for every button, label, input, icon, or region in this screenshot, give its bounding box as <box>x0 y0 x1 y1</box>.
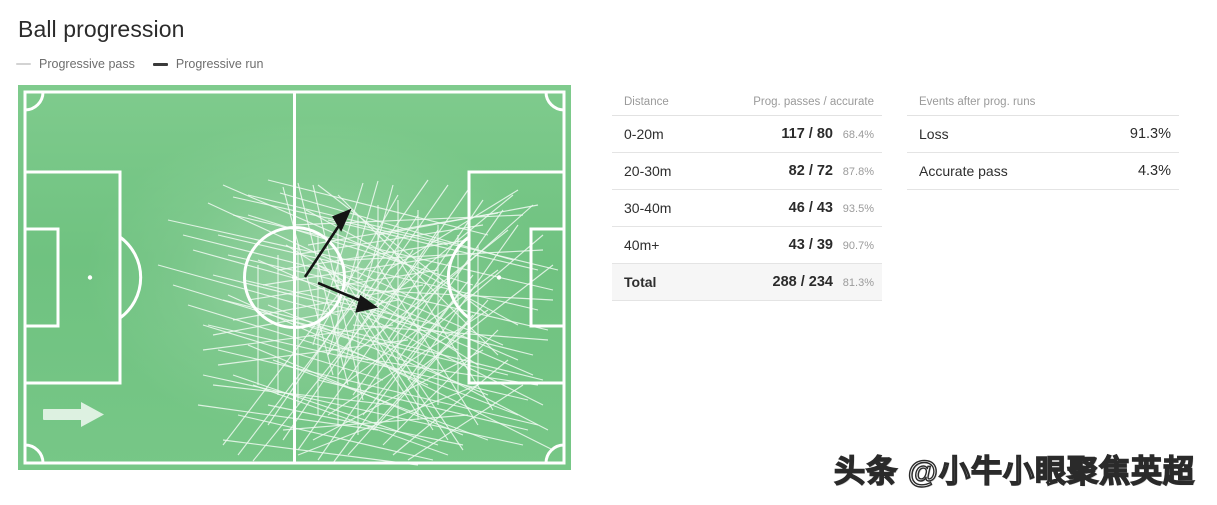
table-row[interactable]: 40m+ 43 / 39 90.7% <box>612 227 882 264</box>
row-value: 46 / 43 <box>788 200 833 216</box>
row-label: Accurate pass <box>919 163 1008 179</box>
distance-table-header: Distance Prog. passes / accurate <box>612 96 882 116</box>
distance-table: Distance Prog. passes / accurate 0-20m 1… <box>612 96 882 301</box>
row-percent: 68.4% <box>842 129 874 141</box>
page-title: Ball progression <box>18 16 185 42</box>
table-row[interactable]: Accurate pass 4.3% <box>907 153 1179 190</box>
row-percent: 87.8% <box>842 166 874 178</box>
row-values: 4.3% <box>1138 163 1171 179</box>
table-row[interactable]: 20-30m 82 / 72 87.8% <box>612 153 882 190</box>
row-label: Total <box>624 274 657 290</box>
row-value: 288 / 234 <box>772 274 833 290</box>
row-percent: 81.3% <box>842 277 874 289</box>
table-row-total[interactable]: Total 288 / 234 81.3% <box>612 264 882 301</box>
row-label: 30-40m <box>624 200 672 216</box>
pitch-svg <box>18 85 571 470</box>
row-values: 117 / 80 68.4% <box>781 126 874 142</box>
row-label: 0-20m <box>624 126 664 142</box>
legend-label: Progressive pass <box>39 57 135 71</box>
column-header-prog-passes: Prog. passes / accurate <box>753 96 874 108</box>
row-values: 91.3% <box>1130 126 1171 142</box>
row-label: 40m+ <box>624 237 660 253</box>
row-percent: 90.7% <box>842 240 874 252</box>
row-values: 46 / 43 93.5% <box>789 200 874 216</box>
events-table-header: Events after prog. runs <box>907 96 1179 116</box>
row-value: 82 / 72 <box>788 163 833 179</box>
row-label: 20-30m <box>624 163 672 179</box>
pitch-visualization <box>18 85 571 470</box>
row-percent: 93.5% <box>842 203 874 215</box>
legend-item-progressive-pass: Progressive pass <box>16 57 135 71</box>
row-value: 117 / 80 <box>781 126 833 142</box>
legend: Progressive pass Progressive run <box>16 57 263 71</box>
row-label: Loss <box>919 126 949 142</box>
row-values: 288 / 234 81.3% <box>773 274 874 290</box>
legend-label: Progressive run <box>175 57 264 71</box>
row-values: 43 / 39 90.7% <box>789 237 874 253</box>
row-value: 43 / 39 <box>788 237 833 253</box>
ball-progression-panel: Ball progression Progressive pass Progre… <box>0 0 1217 505</box>
table-row[interactable]: 0-20m 117 / 80 68.4% <box>612 116 882 153</box>
watermark: 头条 @小牛小眼聚焦英超 <box>833 453 1195 489</box>
table-row[interactable]: 30-40m 46 / 43 93.5% <box>612 190 882 227</box>
column-header-distance: Distance <box>624 96 669 108</box>
line-dash-icon <box>152 62 168 66</box>
line-dash-icon <box>16 63 31 65</box>
row-values: 82 / 72 87.8% <box>789 163 874 179</box>
row-percent: 91.3% <box>1129 126 1171 142</box>
legend-item-progressive-run: Progressive run <box>152 57 264 71</box>
table-row[interactable]: Loss 91.3% <box>907 116 1179 153</box>
events-after-runs-table: Events after prog. runs Loss 91.3% Accur… <box>907 96 1179 190</box>
column-header-events: Events after prog. runs <box>919 96 1036 108</box>
row-percent: 4.3% <box>1137 163 1171 179</box>
